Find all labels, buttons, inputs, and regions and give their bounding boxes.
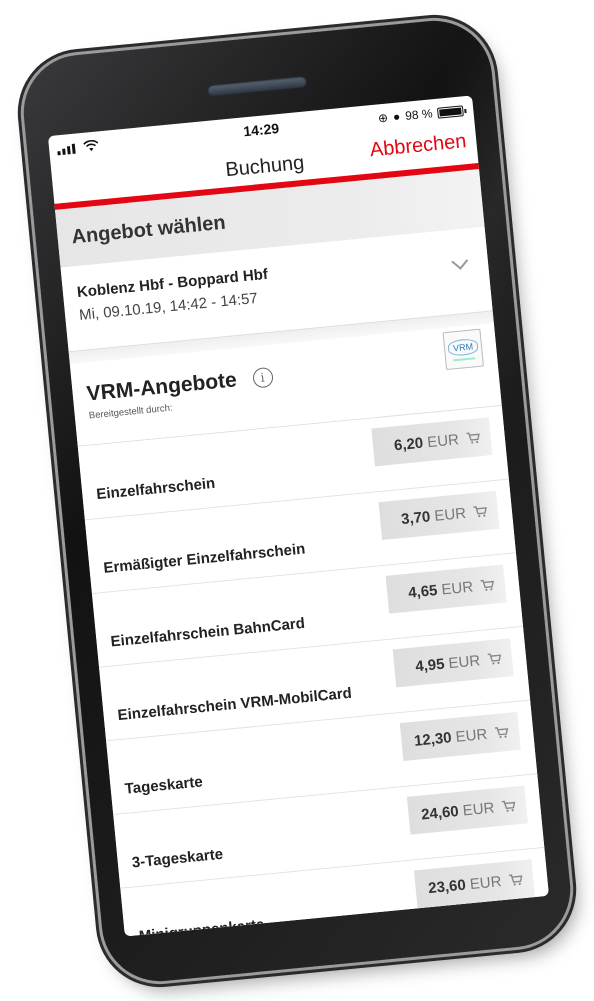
offer-price-button[interactable]: 4,95 EUR (392, 638, 514, 688)
offer-price-button[interactable]: 6,20 EUR (371, 417, 493, 467)
offer-price-currency: EUR (454, 725, 489, 746)
offer-price-currency: EUR (426, 430, 460, 451)
info-icon[interactable]: i (251, 366, 274, 389)
shopping-cart-icon (508, 873, 524, 886)
app-screen: 14:29 ⊕ ● 98 % Buchung Abbrechen Angebot… (47, 95, 549, 937)
offer-price-currency: EUR (433, 504, 467, 525)
offer-price-amount: 3,70 (400, 507, 432, 528)
shopping-cart-icon (501, 799, 517, 812)
shopping-cart-icon (480, 578, 495, 591)
offer-price-amount: 23,60 (427, 876, 467, 897)
offer-price-amount: 4,95 (414, 655, 446, 675)
provider-logo-text: VRM (447, 337, 479, 357)
location-icon: ⊕ (377, 110, 389, 126)
offer-price-currency: EUR (469, 872, 503, 893)
shopping-cart-icon (473, 505, 488, 518)
offer-list: Einzelfahrschein 6,20 EUR Ermäßigter Ein… (77, 404, 549, 937)
phone-device: 14:29 ⊕ ● 98 % Buchung Abbrechen Angebot… (18, 15, 576, 987)
provider-logo: VRM (442, 328, 484, 371)
battery-icon (436, 104, 464, 119)
offer-price-amount: 4,65 (407, 581, 439, 602)
offer-price-currency: EUR (461, 799, 496, 819)
speaker-grille (206, 75, 308, 97)
alarm-icon: ● (392, 109, 401, 124)
offer-price-amount: 6,20 (393, 434, 424, 454)
section-title: Angebot wählen (70, 211, 227, 248)
offer-price-currency: EUR (440, 578, 474, 599)
offer-price-button[interactable]: 12,30 EUR (399, 711, 521, 761)
offer-price-amount: 12,30 (413, 728, 453, 750)
shopping-cart-icon (466, 431, 481, 444)
offer-label: Minigruppenkarte (138, 916, 266, 937)
offer-price-button[interactable]: 3,70 EUR (378, 490, 500, 541)
offer-price-amount: 24,60 (420, 802, 460, 823)
offer-price-button[interactable]: 23,60 EUR (413, 859, 536, 909)
offer-price-currency: EUR (447, 651, 481, 672)
offer-price-button[interactable]: 24,60 EUR (406, 785, 528, 835)
shopping-cart-icon (487, 652, 502, 665)
offer-price-button[interactable]: 4,65 EUR (385, 564, 507, 614)
shopping-cart-icon (494, 726, 510, 739)
battery-percent: 98 % (404, 106, 434, 123)
